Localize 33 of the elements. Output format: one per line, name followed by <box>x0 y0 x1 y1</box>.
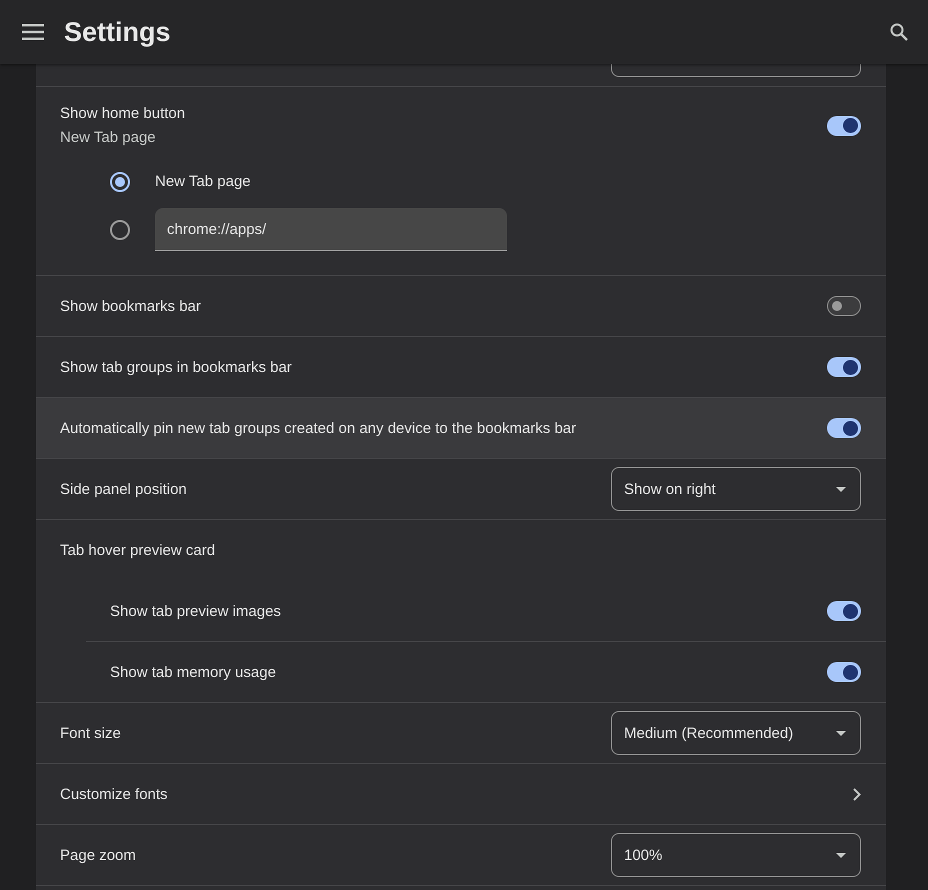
caret-icon <box>836 486 846 492</box>
setting-label: Show home button <box>60 105 186 122</box>
setting-label: Font size <box>60 724 121 742</box>
setting-description: New Tab page <box>60 129 157 146</box>
dropdown[interactable]: 100% <box>611 833 861 877</box>
toggle-switch[interactable] <box>827 116 861 136</box>
toggle-switch[interactable] <box>827 357 861 377</box>
url-field[interactable]: chrome://apps/ <box>155 208 507 251</box>
setting-label: Show bookmarks bar <box>60 298 201 314</box>
setting-label: Page zoom <box>60 846 136 864</box>
dropdown[interactable]: Medium (Recommended) <box>611 711 861 755</box>
caret-icon <box>836 852 846 858</box>
setting-label: Show tab preview images <box>110 602 281 620</box>
toggle-switch[interactable] <box>827 296 861 316</box>
setting-label: Automatically pin new tab groups created on any device to the bookmarks bar <box>60 420 576 436</box>
dropdown[interactable]: Show on right <box>611 467 861 511</box>
caret-icon <box>836 730 846 736</box>
setting-label: Side panel position <box>60 480 187 498</box>
radio-label: New Tab page <box>155 172 251 192</box>
radio-button[interactable] <box>110 220 130 240</box>
setting-label: Customize fonts <box>60 786 168 802</box>
page-title: Settings <box>64 16 171 48</box>
setting-label: Show tab groups in bookmarks bar <box>60 358 292 376</box>
dropdown[interactable] <box>611 64 861 77</box>
menu-icon[interactable] <box>22 24 44 40</box>
toggle-switch[interactable] <box>827 662 861 682</box>
toggle-switch[interactable] <box>827 601 861 621</box>
setting-label: Show tab memory usage <box>110 664 276 680</box>
toggle-switch[interactable] <box>827 418 861 438</box>
chevron-right-icon[interactable] <box>853 788 861 800</box>
search-icon[interactable] <box>890 23 908 41</box>
radio-button[interactable] <box>110 172 130 192</box>
setting-label: Tab hover preview card <box>60 542 216 559</box>
